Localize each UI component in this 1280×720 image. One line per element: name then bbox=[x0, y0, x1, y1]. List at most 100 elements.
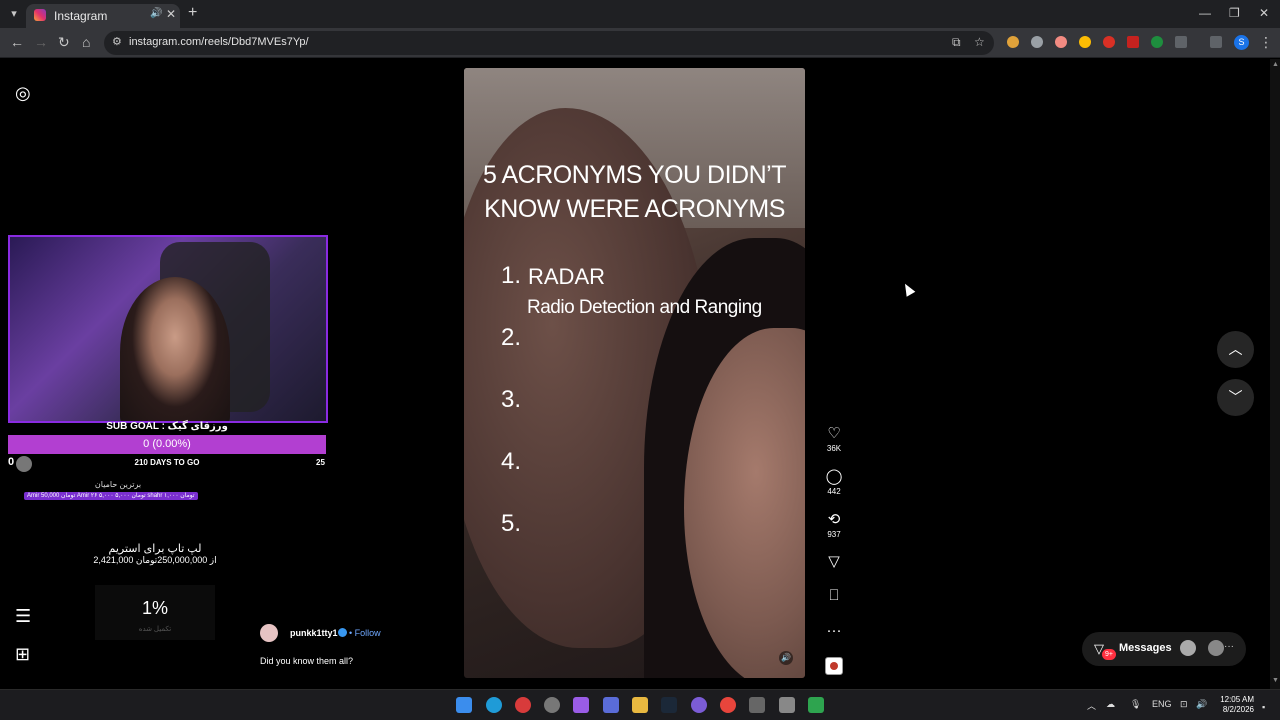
heart-icon: ♡ bbox=[827, 425, 841, 442]
list-number: 1. bbox=[501, 262, 522, 289]
extension-icon[interactable] bbox=[1127, 36, 1139, 48]
minimize-icon[interactable]: — bbox=[1199, 6, 1211, 20]
app-icon[interactable] bbox=[603, 697, 619, 713]
extension-icon[interactable] bbox=[1055, 36, 1067, 48]
bookmark-icon: ⎕ bbox=[829, 587, 839, 604]
back-icon[interactable]: ← bbox=[10, 34, 24, 50]
network-icon[interactable]: ⊡ bbox=[1180, 699, 1188, 710]
title-bar: ▾ Instagram 🔊 ✕ + — ❐ ✕ bbox=[0, 0, 1280, 28]
address-bar[interactable]: ⚙ instagram.com/reels/Dbd7MVEs7Yp/ ⧉ ☆ bbox=[104, 31, 994, 55]
app-icon[interactable] bbox=[515, 697, 531, 713]
author-username[interactable]: punkk1tty1 bbox=[290, 628, 338, 638]
share-button[interactable]: ▽ bbox=[818, 552, 850, 570]
top-donors-title: برترین حامیان bbox=[94, 480, 142, 489]
forward-icon[interactable]: → bbox=[34, 34, 48, 50]
follow-button[interactable]: • Follow bbox=[349, 628, 381, 638]
system-clock[interactable]: 12:05 AM 8/2/2026 bbox=[1214, 695, 1254, 715]
extension-icon[interactable] bbox=[1151, 36, 1163, 48]
next-reel-button[interactable]: ﹀ bbox=[1217, 379, 1254, 416]
app-icon[interactable] bbox=[691, 697, 707, 713]
clock-time: 12:05 AM bbox=[1220, 695, 1254, 704]
volume-icon[interactable]: 🔊 bbox=[1196, 699, 1207, 710]
browser-toolbar: ← → ↻ ⌂ ⚙ instagram.com/reels/Dbd7MVEs7Y… bbox=[0, 28, 1280, 58]
previous-reel-button[interactable]: ︿ bbox=[1217, 331, 1254, 368]
onedrive-icon[interactable]: ☁ bbox=[1106, 699, 1115, 710]
tab-title: Instagram bbox=[54, 9, 108, 23]
avatar bbox=[1180, 640, 1196, 656]
restore-icon[interactable]: ❐ bbox=[1229, 6, 1240, 20]
tray-overflow-icon[interactable]: ︿ bbox=[1087, 699, 1096, 712]
extension-icon[interactable] bbox=[1103, 36, 1115, 48]
avatar[interactable] bbox=[260, 624, 278, 642]
home-icon[interactable]: ⌂ bbox=[82, 34, 90, 50]
audio-thumbnail[interactable] bbox=[825, 657, 843, 675]
active-tab[interactable]: Instagram 🔊 ✕ bbox=[26, 4, 180, 28]
unread-badge: 9+ bbox=[1102, 649, 1116, 660]
also-from-meta-icon[interactable]: ⊞ bbox=[15, 644, 30, 665]
close-window-icon[interactable]: ✕ bbox=[1259, 6, 1269, 20]
stream-webcam-overlay bbox=[8, 235, 328, 423]
sub-goal-bar: 0 (0.00%) bbox=[8, 435, 326, 454]
extension-icon[interactable] bbox=[1079, 36, 1091, 48]
extension-icon[interactable] bbox=[1007, 36, 1019, 48]
list-number: 4. bbox=[501, 448, 522, 475]
comment-button[interactable]: ◯ 442 bbox=[818, 467, 850, 496]
close-tab-icon[interactable]: ✕ bbox=[166, 7, 176, 21]
mic-icon[interactable]: 🎙 bbox=[1130, 699, 1141, 710]
verified-badge-icon bbox=[338, 628, 347, 637]
clock-date: 8/2/2026 bbox=[1222, 705, 1254, 714]
repost-button[interactable]: ⟲ 937 bbox=[818, 510, 850, 539]
top-donors-row: Amir 50,000 تومان Amir ۲۶ ۵,۰۰۰ تومان ۵,… bbox=[24, 492, 198, 500]
new-tab-button[interactable]: + bbox=[188, 4, 197, 22]
more-options-button[interactable]: ··· bbox=[818, 622, 850, 639]
page-scrollbar[interactable]: ▲ ▼ bbox=[1270, 59, 1280, 689]
list-number: 3. bbox=[501, 386, 522, 413]
app-icon[interactable] bbox=[749, 697, 765, 713]
language-indicator[interactable]: ENG bbox=[1152, 699, 1172, 709]
url-text[interactable]: instagram.com/reels/Dbd7MVEs7Yp/ bbox=[129, 36, 309, 48]
list-item-1-desc: Radio Detection and Ranging bbox=[527, 297, 762, 318]
app-icon[interactable] bbox=[544, 697, 560, 713]
comment-count: 442 bbox=[827, 487, 841, 496]
copilot-icon[interactable] bbox=[573, 697, 589, 713]
laptop-goal-title: لپ تاپ برای استریم bbox=[108, 543, 202, 555]
list-number: 2. bbox=[501, 324, 522, 351]
extension-icon[interactable] bbox=[1031, 36, 1043, 48]
extensions-puzzle-icon[interactable] bbox=[1175, 36, 1187, 48]
messages-label: Messages bbox=[1119, 642, 1172, 654]
edge-icon[interactable] bbox=[486, 697, 502, 713]
notification-icon[interactable]: ▪ bbox=[1262, 702, 1265, 712]
list-item-1-title: RADAR bbox=[528, 264, 606, 289]
site-info-icon[interactable]: ⚙ bbox=[112, 35, 122, 48]
repost-icon: ⟲ bbox=[827, 511, 841, 528]
laptop-goal-amount: 2,421,000 از 250,000,000تومان bbox=[93, 555, 217, 565]
scroll-up-icon[interactable]: ▲ bbox=[1272, 61, 1279, 68]
menu-kebab-icon[interactable]: ⋮ bbox=[1259, 34, 1273, 51]
tab-search-button[interactable]: ▾ bbox=[6, 6, 22, 22]
start-icon[interactable] bbox=[456, 697, 472, 713]
steam-icon[interactable] bbox=[661, 697, 677, 713]
repost-count: 937 bbox=[827, 530, 841, 539]
volume-icon[interactable]: 🔊 bbox=[779, 651, 793, 665]
reel-video[interactable]: 5 ACRONYMS YOU DIDN’T KNOW WERE ACRONYMS… bbox=[464, 68, 805, 678]
messages-button[interactable]: ▽ 9+ Messages ··· bbox=[1082, 632, 1246, 666]
save-button[interactable]: ⎕ bbox=[818, 587, 850, 604]
like-button[interactable]: ♡ 36K bbox=[818, 424, 850, 453]
chrome-icon[interactable] bbox=[720, 697, 736, 713]
app-icon[interactable] bbox=[808, 697, 824, 713]
media-control-icon[interactable] bbox=[1210, 36, 1222, 48]
instagram-logo-icon[interactable]: ◎ bbox=[15, 83, 31, 104]
days-to-go: 210 DAYS TO GO bbox=[134, 458, 200, 467]
speaker-icon[interactable]: 🔊 bbox=[150, 8, 162, 19]
scroll-down-icon[interactable]: ▼ bbox=[1272, 677, 1279, 684]
install-app-icon[interactable]: ⧉ bbox=[952, 35, 961, 50]
bookmark-star-icon[interactable]: ☆ bbox=[974, 35, 985, 49]
laptop-goal-percent: 1% bbox=[141, 598, 168, 618]
goal-target: 25 bbox=[316, 458, 325, 467]
app-icon[interactable] bbox=[779, 697, 795, 713]
reload-icon[interactable]: ↻ bbox=[58, 34, 70, 51]
file-explorer-icon[interactable] bbox=[632, 697, 648, 713]
profile-avatar[interactable]: S bbox=[1234, 35, 1249, 50]
comment-bubble-icon: ◯ bbox=[825, 468, 843, 485]
streamer-webcam bbox=[120, 277, 230, 421]
